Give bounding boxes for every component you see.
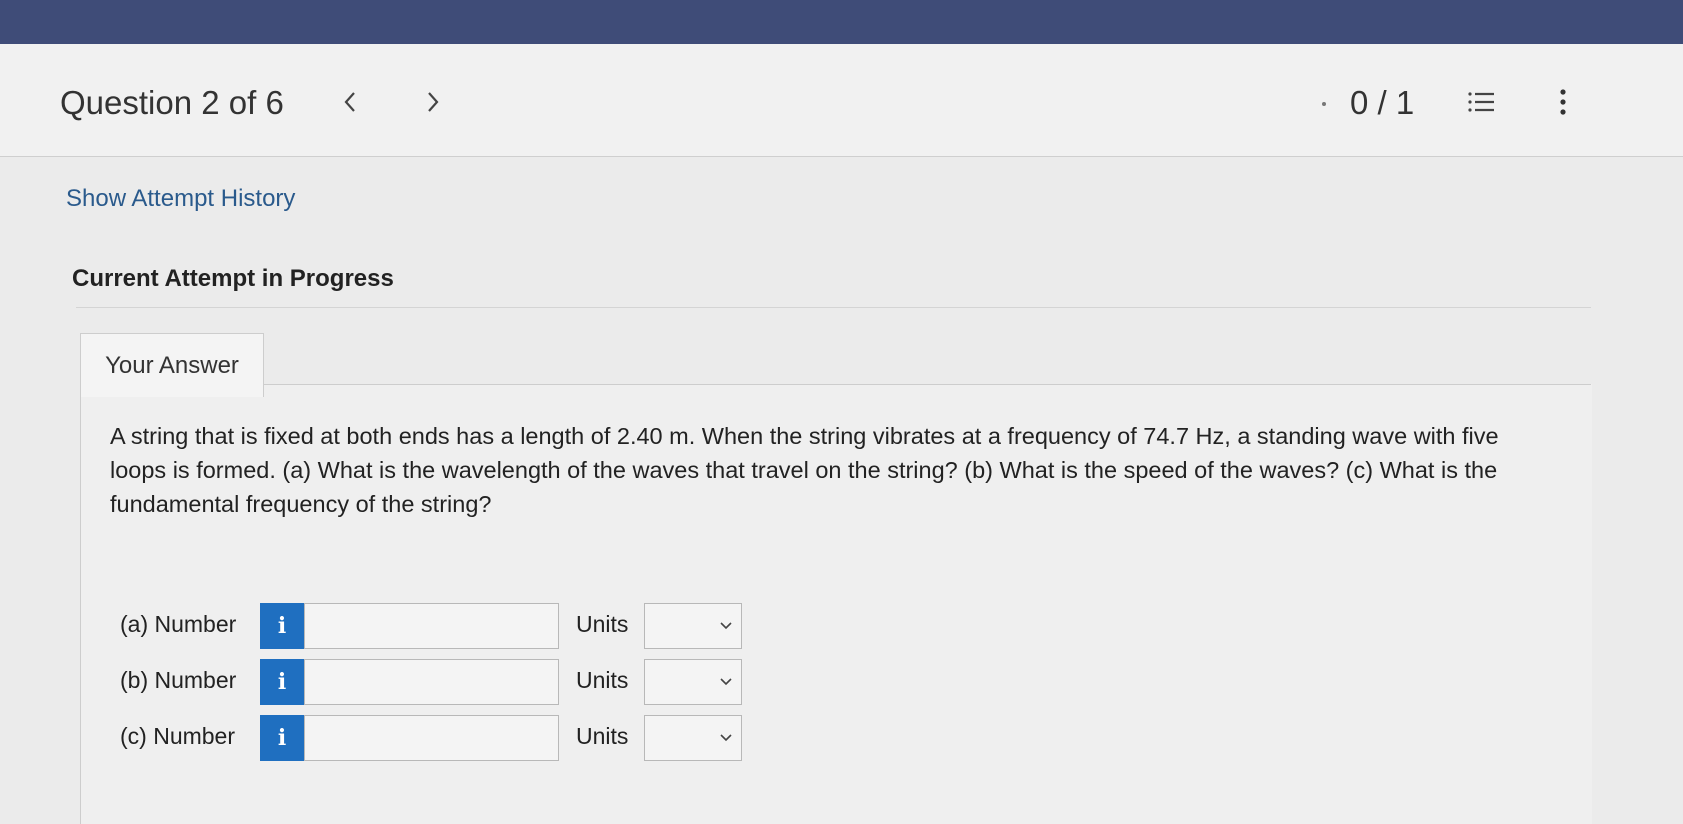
chevron-down-icon (720, 622, 732, 630)
question-header: Question 2 of 6 0 / 1 (0, 44, 1683, 157)
units-label: Units (576, 611, 629, 637)
info-button[interactable]: i (260, 603, 304, 649)
info-button[interactable]: i (260, 715, 304, 761)
answer-c-units-dropdown[interactable] (644, 715, 742, 761)
score-indicator-dot (1322, 102, 1326, 106)
next-question-button[interactable] (413, 82, 453, 122)
answer-label: (b) Number (120, 667, 237, 693)
answer-b-number-input[interactable] (304, 659, 559, 705)
more-options-button[interactable] (1548, 82, 1578, 122)
info-button[interactable]: i (260, 659, 304, 705)
chevron-down-icon (720, 678, 732, 686)
answer-b-units-dropdown[interactable] (644, 659, 742, 705)
tab-strip-divider (264, 384, 1591, 385)
list-icon (1468, 92, 1494, 112)
previous-question-button[interactable] (330, 82, 370, 122)
units-label: Units (576, 723, 629, 749)
chevron-left-icon (344, 92, 355, 112)
question-list-button[interactable] (1462, 82, 1502, 122)
current-attempt-heading: Current Attempt in Progress (72, 265, 394, 292)
score-display: 0 / 1 (1350, 84, 1415, 121)
top-bar (0, 0, 1683, 44)
divider (76, 307, 1591, 308)
main-content: Show Attempt History Current Attempt in … (0, 157, 1683, 824)
chevron-right-icon (428, 92, 439, 112)
question-counter: Question 2 of 6 (60, 84, 284, 121)
answer-c-number-input[interactable] (304, 715, 559, 761)
chevron-down-icon (720, 734, 732, 742)
more-vertical-icon (1560, 89, 1566, 115)
tab-your-answer[interactable]: Your Answer (80, 333, 264, 397)
units-label: Units (576, 667, 629, 693)
answer-label: (a) Number (120, 611, 237, 637)
answer-a-number-input[interactable] (304, 603, 559, 649)
answer-a-units-dropdown[interactable] (644, 603, 742, 649)
show-attempt-history-link[interactable]: Show Attempt History (66, 185, 295, 213)
question-text: A string that is fixed at both ends has … (110, 423, 1499, 517)
answer-label: (c) Number (120, 723, 236, 749)
